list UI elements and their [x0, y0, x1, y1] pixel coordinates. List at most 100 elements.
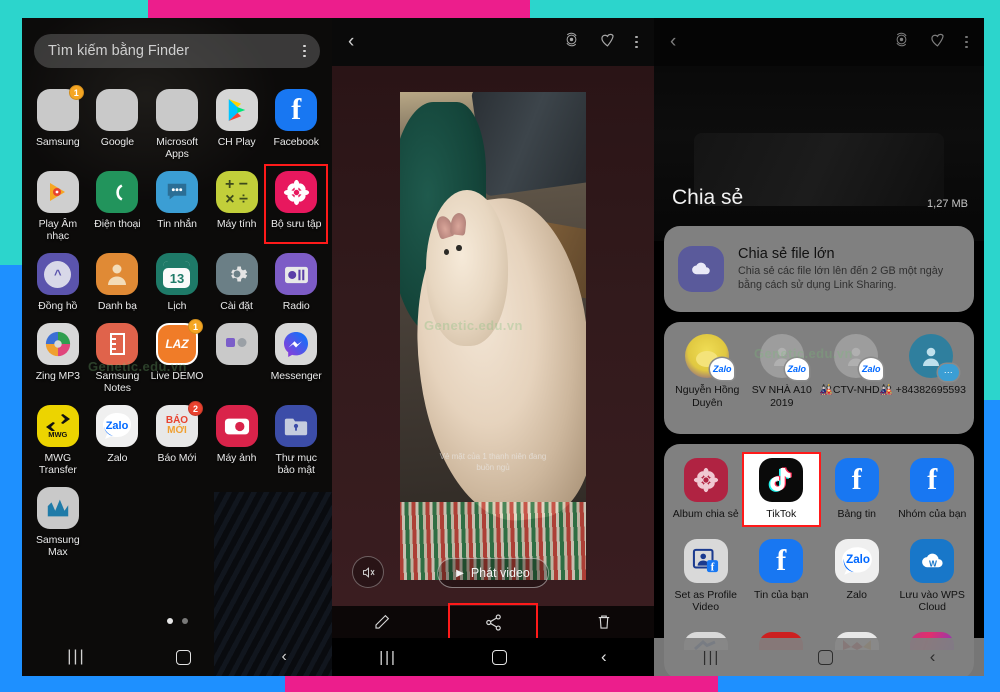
page-indicator[interactable]: [22, 618, 332, 624]
motion-photo-icon[interactable]: [893, 31, 910, 53]
edit-button[interactable]: [350, 607, 414, 637]
back-chevron-icon[interactable]: ‹: [601, 647, 607, 667]
video-topbar: ‹: [332, 18, 654, 66]
file-size-label: 1,27 MB: [927, 198, 968, 210]
back-chevron-icon[interactable]: ‹: [281, 649, 286, 665]
finder-search-bar[interactable]: Tìm kiếm bằng Finder: [34, 34, 320, 68]
app-label: Cài đặt: [220, 300, 253, 312]
home-app-play-âm-nhạc[interactable]: Play Âm nhạc: [28, 166, 88, 242]
home-app-bộ-sưu-tập[interactable]: Bộ sưu tập: [264, 164, 328, 244]
app-label: Điện thoại: [94, 218, 141, 230]
share-topbar: ‹: [654, 18, 984, 66]
kebab-menu-icon[interactable]: [965, 35, 968, 49]
page-dot-1[interactable]: [166, 618, 173, 624]
share-app-label: TikTok: [766, 508, 797, 520]
share-app-label: Bảng tin: [837, 508, 877, 520]
home-app-thư-mục-bảo-mật[interactable]: Thư mục bảo mật: [266, 400, 326, 476]
contact-label: Nguyễn Hồng Duyên: [675, 384, 740, 409]
share-app-album-chia-sẻ[interactable]: Album chia sẻ: [668, 454, 744, 525]
svg-text:Zalo: Zalo: [846, 553, 870, 566]
home-app-mwg-transfer[interactable]: MWG MWG Transfer: [28, 400, 88, 476]
share-apps-row-1: Album chia sẻ TikTok f Bảng tin f Nhóm của bạ…: [668, 452, 971, 527]
zalo-badge: Zalo: [784, 358, 809, 380]
home-app-lịch[interactable]: 13 Lịch: [147, 248, 207, 312]
share-contact[interactable]: Zalo 🎎CTV-NHD🎎: [819, 334, 894, 409]
kebab-menu-icon[interactable]: [303, 44, 306, 58]
app-label: Google: [100, 136, 135, 148]
share-contact[interactable]: Zalo Nguyễn Hồng Duyên: [670, 334, 745, 409]
caption-line-2: buồn ngủ: [476, 462, 510, 472]
home-app-zing-mp3[interactable]: Zing MP3: [28, 318, 88, 394]
video-stage[interactable]: Vẻ mặt của 1 thanh niên đang buồn ngủ Ge…: [332, 66, 654, 606]
share-app-label: Lưu vào WPS Cloud: [899, 588, 965, 614]
home-navigation-bar: ||| ‹: [22, 638, 332, 676]
home-app-live-demo[interactable]: LAZ 1 Live DEMO: [147, 318, 207, 394]
app-label: Danh bạ: [97, 300, 137, 312]
home-app-báo-mới[interactable]: BÁO MỚI 2 Báo Mới: [147, 400, 207, 476]
back-chevron-icon[interactable]: ‹: [348, 31, 354, 53]
home-app-samsung[interactable]: 1 Samsung: [28, 84, 88, 160]
app-label: Microsoft Apps: [156, 136, 198, 160]
app-label: Radio: [282, 300, 310, 312]
home-app-máy-tính[interactable]: + − × ÷ Máy tính: [207, 166, 267, 242]
share-app-tiktok[interactable]: TikTok: [741, 452, 821, 527]
app-label: CH Play: [217, 136, 256, 148]
home-square-icon[interactable]: [176, 649, 192, 665]
app-label: Thư mục bảo mật: [275, 452, 317, 476]
home-app-đồng-hồ[interactable]: ^ Đồng hồ: [28, 248, 88, 312]
notification-badge: 2: [187, 401, 203, 416]
share-app-tin-của-bạn[interactable]: f Tin của bạn: [744, 535, 820, 618]
heart-icon[interactable]: [928, 30, 947, 54]
app-grid: 1 Samsung Google Microsoft Apps CH Play f Face…: [28, 84, 328, 558]
home-app-máy-ảnh[interactable]: Máy ảnh: [207, 400, 267, 476]
share-app-label: Zalo: [846, 588, 867, 601]
recents-icon[interactable]: |||: [703, 649, 721, 666]
recents-icon[interactable]: |||: [67, 649, 85, 665]
app-label: Zing MP3: [35, 370, 80, 382]
motion-photo-icon[interactable]: [563, 31, 580, 53]
share-contact[interactable]: Zalo SV NHÀ A10 2019: [745, 334, 820, 409]
link-sharing-card[interactable]: Chia sẻ file lớn Chia sẻ các file lớn lê…: [664, 226, 974, 312]
video-navigation-bar: ||| ‹: [332, 638, 654, 676]
share-app-zalo[interactable]: Zalo Zalo: [819, 535, 895, 618]
home-app-zalo[interactable]: Zalo Zalo: [88, 400, 148, 476]
home-app-microsoft-apps[interactable]: Microsoft Apps: [147, 84, 207, 160]
back-chevron-icon[interactable]: ‹: [670, 31, 676, 53]
home-app-danh-bạ[interactable]: Danh bạ: [88, 248, 148, 312]
kebab-menu-icon[interactable]: [635, 35, 638, 49]
home-app-messenger[interactable]: Messenger: [266, 318, 326, 394]
contact-label: +84382695593: [895, 384, 966, 396]
page-dot-2[interactable]: [181, 618, 188, 624]
share-app-lưu-vào-wps-cloud[interactable]: W Lưu vào WPS Cloud: [895, 535, 971, 618]
home-app-radio[interactable]: Radio: [266, 248, 326, 312]
share-app-set-as-profile-video[interactable]: f Set as Profile Video: [668, 535, 744, 618]
home-app-tin-nhắn[interactable]: Tin nhắn: [147, 166, 207, 242]
app-label: Samsung: [35, 136, 80, 148]
home-square-icon[interactable]: [817, 649, 833, 665]
share-app-bảng-tin[interactable]: f Bảng tin: [819, 454, 895, 525]
home-app-blank[interactable]: [207, 318, 267, 394]
message-badge: ⋯: [937, 364, 959, 381]
home-app-cài-đặt[interactable]: Cài đặt: [207, 248, 267, 312]
home-square-icon[interactable]: [491, 649, 507, 665]
share-contact[interactable]: ⋯ +84382695593: [894, 334, 969, 409]
play-video-button[interactable]: ▶ Phát video: [437, 558, 549, 588]
share-sheet-panel: ‹ Chia sẻ 1,27 MB Chia sẻ file lớn Chia …: [654, 18, 984, 676]
home-app-điện-thoại[interactable]: Điện thoại: [88, 166, 148, 242]
delete-button[interactable]: [572, 607, 636, 637]
mute-speaker-icon[interactable]: [352, 556, 384, 588]
zalo-badge: Zalo: [859, 358, 884, 380]
svg-text:f: f: [710, 561, 714, 573]
recents-icon[interactable]: |||: [379, 649, 397, 666]
home-app-google[interactable]: Google: [88, 84, 148, 160]
app-label: Play Âm nhạc: [38, 218, 78, 242]
share-app-nhóm-của-bạn[interactable]: f Nhóm của bạn: [895, 454, 971, 525]
home-app-ch-play[interactable]: CH Play: [207, 84, 267, 160]
home-app-samsung-notes[interactable]: Samsung Notes: [88, 318, 148, 394]
home-app-facebook[interactable]: f Facebook: [266, 84, 326, 160]
home-app-samsung-max[interactable]: Samsung Max: [28, 482, 88, 558]
share-button[interactable]: [448, 603, 538, 641]
link-sharing-subtitle: Chia sẻ các file lớn lên đến 2 GB một ng…: [738, 265, 944, 291]
heart-icon[interactable]: [598, 30, 617, 54]
back-chevron-icon[interactable]: ‹: [930, 647, 936, 667]
